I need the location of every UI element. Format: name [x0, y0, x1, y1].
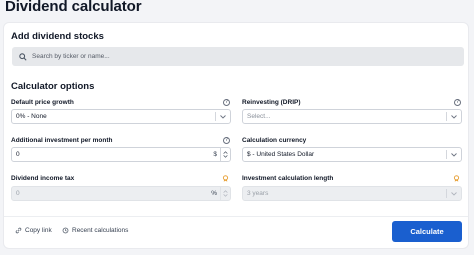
quantity-stepper[interactable] — [220, 187, 230, 200]
currency-value: $ - United States Dollar — [247, 151, 315, 158]
price-growth-value: 0% - None — [16, 113, 47, 120]
additional-investment-label: Additional investment per month — [11, 137, 113, 144]
stock-search-input[interactable]: Search by ticker or name... — [12, 47, 464, 66]
chevron-down-icon — [447, 114, 461, 119]
pro-badge-icon[interactable] — [453, 175, 460, 182]
help-icon[interactable]: ? — [223, 137, 230, 144]
additional-investment-input[interactable]: 0 $ — [11, 147, 231, 162]
search-placeholder: Search by ticker or name... — [32, 53, 110, 60]
quantity-stepper[interactable] — [220, 148, 230, 161]
help-icon[interactable]: ? — [454, 99, 461, 106]
income-tax-input[interactable]: 0 % — [11, 186, 231, 201]
recent-calculations-button[interactable]: Recent calculations — [62, 227, 128, 234]
help-icon[interactable]: ? — [223, 99, 230, 106]
copy-link-button[interactable]: Copy link — [15, 227, 52, 234]
income-tax-label: Dividend income tax — [11, 175, 75, 182]
calculate-button[interactable]: Calculate — [392, 221, 462, 242]
drip-select[interactable]: Select... — [242, 109, 462, 124]
drip-placeholder: Select... — [247, 113, 271, 120]
chevron-down-icon — [447, 152, 461, 157]
currency-label: Calculation currency — [242, 137, 307, 144]
additional-investment-value: 0 — [16, 151, 20, 158]
income-tax-value: 0 — [16, 190, 20, 197]
calculator-options-heading: Calculator options — [11, 81, 95, 92]
price-growth-label: Default price growth — [11, 99, 74, 106]
page-title: Dividend calculator — [5, 0, 142, 15]
add-stocks-heading: Add dividend stocks — [11, 31, 104, 42]
chevron-down-icon — [216, 114, 230, 119]
footer-divider — [4, 216, 468, 217]
recent-calculations-label: Recent calculations — [72, 227, 129, 234]
currency-select[interactable]: $ - United States Dollar — [242, 147, 462, 162]
pro-badge-icon[interactable] — [222, 175, 229, 182]
calculation-length-label: Investment calculation length — [242, 175, 334, 182]
stepper-down-icon[interactable] — [223, 155, 228, 158]
currency-unit: $ — [213, 151, 217, 158]
drip-label: Reinvesting (DRIP) — [242, 99, 301, 106]
price-growth-select[interactable]: 0% - None — [11, 109, 231, 124]
percent-unit: % — [211, 190, 217, 197]
calculation-length-value: 3 years — [247, 190, 269, 197]
copy-link-label: Copy link — [25, 227, 52, 234]
chevron-down-icon — [447, 191, 461, 196]
link-icon — [15, 227, 22, 234]
history-icon — [62, 227, 69, 234]
stepper-up-icon[interactable] — [223, 151, 228, 154]
search-icon — [19, 52, 27, 61]
stepper-up-icon[interactable] — [223, 190, 228, 193]
stepper-down-icon[interactable] — [223, 194, 228, 197]
calculation-length-select[interactable]: 3 years — [242, 186, 462, 201]
calculator-card: Add dividend stocks Search by ticker or … — [3, 22, 469, 249]
